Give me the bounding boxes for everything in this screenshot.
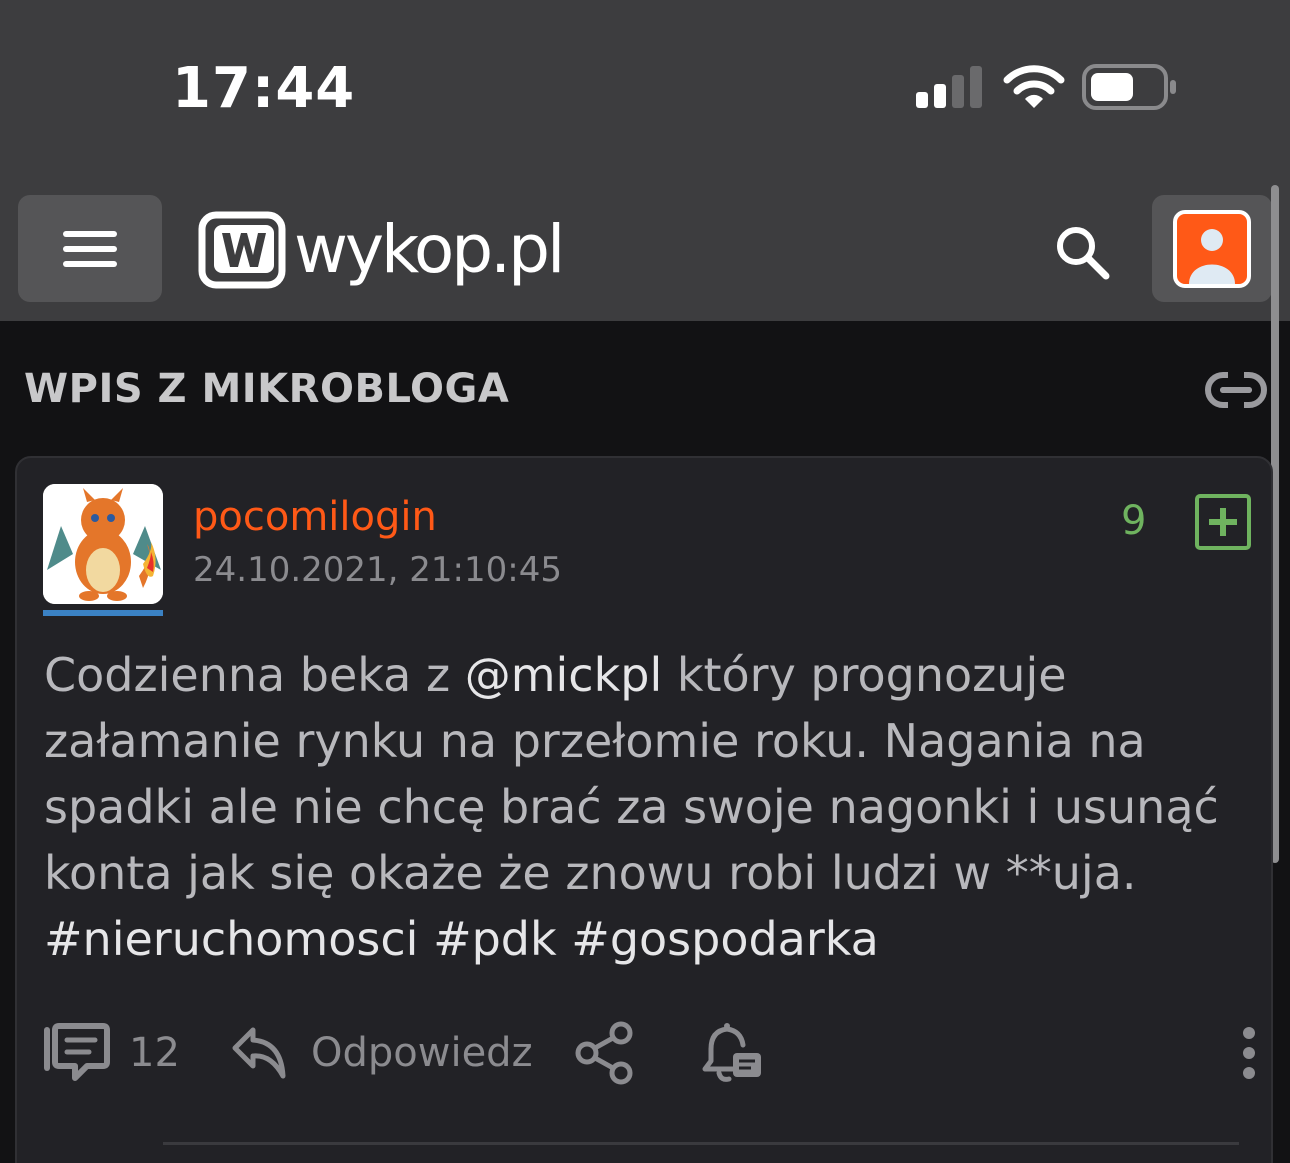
user-avatar-icon <box>1173 210 1251 288</box>
post-body: Codzienna beka z @mickpl który prognozuj… <box>44 642 1254 972</box>
hashtag-link[interactable]: #nieruchomosci <box>44 912 418 966</box>
hashtag-link[interactable]: #pdk <box>433 912 557 966</box>
vote-count: 9 <box>1121 498 1147 544</box>
wykop-logo-mark-icon <box>198 211 286 289</box>
user-mention-link[interactable]: @mickpl <box>465 648 663 702</box>
upvote-plus-button[interactable] <box>1195 494 1251 550</box>
comments-count: 12 <box>129 1030 180 1076</box>
menu-button[interactable] <box>18 195 162 302</box>
wykop-logo[interactable]: wykop.pl <box>198 210 565 290</box>
reply-button[interactable]: Odpowiedz <box>231 1018 533 1088</box>
status-bar: 17:44 <box>0 0 1290 170</box>
comments-button[interactable]: 12 <box>41 1018 180 1088</box>
author-avatar[interactable] <box>43 484 163 604</box>
wifi-icon <box>1003 65 1065 108</box>
post-actions: 12 Odpowiedz <box>41 1018 1261 1088</box>
cellular-signal-icon <box>916 66 982 108</box>
top-navbar: wykop.pl <box>0 170 1290 321</box>
logo-text: wykop.pl <box>294 211 565 288</box>
status-time: 17:44 <box>172 56 356 121</box>
reply-icon <box>232 1027 286 1079</box>
link-icon[interactable] <box>1204 370 1268 410</box>
post-card: pocomilogin 24.10.2021, 21:10:45 9 Codzi… <box>15 456 1273 1163</box>
search-icon[interactable] <box>1052 222 1112 282</box>
profile-button[interactable] <box>1152 195 1272 302</box>
screen: 17:44 wykop.pl WPIS Z MIKROBLOGA pocomil… <box>0 0 1290 1163</box>
section-title: WPIS Z MIKROBLOGA <box>24 366 510 412</box>
notify-icon <box>702 1023 761 1082</box>
notify-button[interactable] <box>699 1018 765 1088</box>
more-icon <box>1243 1027 1255 1079</box>
avatar-gender-bar <box>43 610 163 616</box>
body-text: Codzienna beka z <box>44 648 465 702</box>
share-button[interactable] <box>573 1018 637 1088</box>
reply-label: Odpowiedz <box>311 1030 533 1076</box>
comments-icon <box>44 1023 110 1081</box>
hamburger-menu-icon <box>63 231 117 237</box>
battery-icon <box>1082 64 1176 110</box>
post-date[interactable]: 24.10.2021, 21:10:45 <box>193 550 562 590</box>
comments-divider <box>163 1142 1239 1145</box>
charizard-avatar-icon <box>43 484 163 604</box>
more-options-button[interactable] <box>1241 1018 1257 1088</box>
hashtag-link[interactable]: #gospodarka <box>571 912 879 966</box>
author-username[interactable]: pocomilogin <box>193 494 437 540</box>
share-icon <box>575 1021 633 1085</box>
